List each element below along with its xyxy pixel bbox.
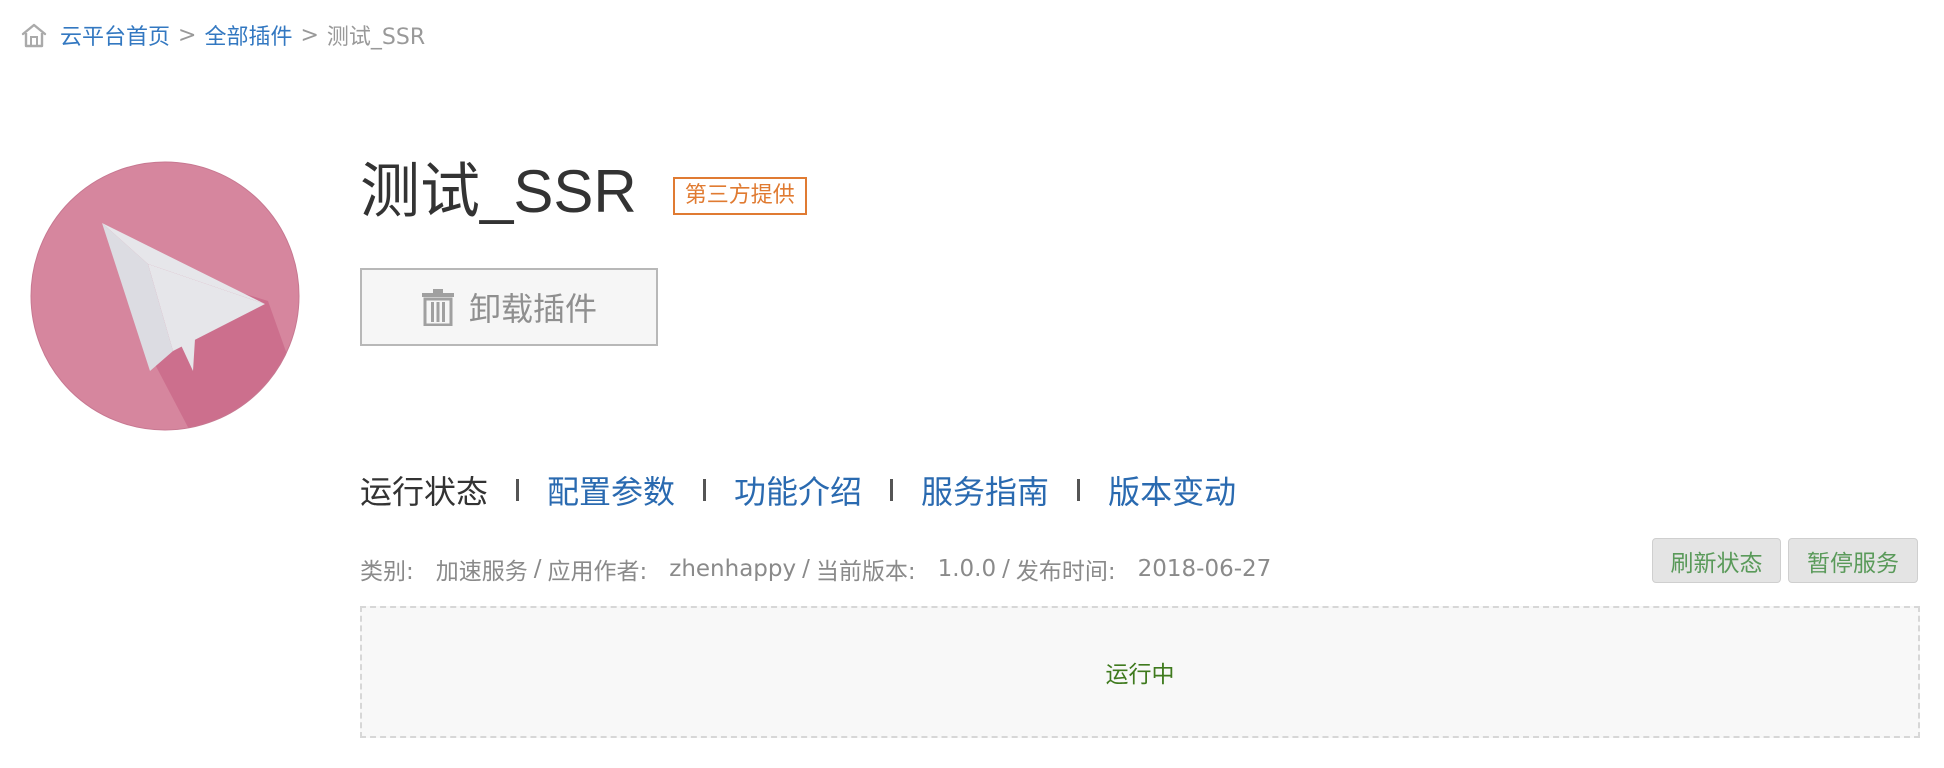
tab-divider (703, 479, 707, 501)
third-party-badge: 第三方提供 (672, 177, 807, 215)
plugin-title: 测试_SSR (360, 158, 637, 225)
tab-feature-intro[interactable]: 功能介绍 (734, 467, 862, 513)
category-label: 类别: (360, 559, 414, 585)
refresh-status-button[interactable]: 刷新状态 (1652, 538, 1781, 583)
paper-plane-logo (30, 161, 300, 431)
breadcrumb-separator: > (178, 22, 197, 48)
tab-version-changes[interactable]: 版本变动 (1108, 467, 1236, 513)
release-date-value: 2018-06-27 (1137, 556, 1272, 582)
uninstall-plugin-button[interactable]: 卸载插件 (360, 268, 658, 346)
tab-divider (1077, 479, 1081, 501)
plugin-tabs: 运行状态 配置参数 功能介绍 服务指南 版本变动 (360, 466, 1236, 514)
author-label: 应用作者: (547, 559, 648, 585)
run-status-text: 运行中 (1105, 662, 1175, 688)
home-icon[interactable] (20, 21, 48, 49)
breadcrumb-home-link[interactable]: 云平台首页 (60, 19, 170, 51)
pause-service-button[interactable]: 暂停服务 (1788, 538, 1918, 583)
plugin-meta: 类别: 加速服务 / 应用作者: zhenhappy / 当前版本: 1.0.0… (360, 552, 1271, 586)
breadcrumb-separator: > (300, 22, 319, 48)
plugin-title-row: 测试_SSR 第三方提供 (360, 152, 807, 232)
tab-service-guide[interactable]: 服务指南 (921, 467, 1049, 513)
plugin-detail-page: 云平台首页 > 全部插件 > 测试_SSR 测试_SSR 第三方提供 卸载插件 … (0, 0, 1944, 768)
tab-divider (516, 479, 520, 501)
category-value: 加速服务 (435, 559, 528, 585)
meta-separator: / (802, 556, 810, 582)
run-status-panel: 运行中 (360, 606, 1920, 738)
version-label: 当前版本: (815, 559, 916, 585)
breadcrumb-all-plugins-link[interactable]: 全部插件 (204, 19, 292, 51)
meta-separator: / (1002, 556, 1010, 582)
author-value: zhenhappy (669, 556, 797, 582)
uninstall-plugin-label: 卸载插件 (468, 290, 597, 328)
release-date-label: 发布时间: (1015, 559, 1116, 585)
tab-run-status[interactable]: 运行状态 (360, 467, 488, 513)
meta-separator: / (533, 556, 542, 582)
version-value: 1.0.0 (937, 556, 997, 582)
plugin-logo (30, 161, 300, 431)
breadcrumb: 云平台首页 > 全部插件 > 测试_SSR (20, 18, 425, 52)
trash-icon (421, 288, 455, 326)
tab-divider (890, 479, 894, 501)
tab-config-params[interactable]: 配置参数 (547, 467, 675, 513)
breadcrumb-current: 测试_SSR (326, 25, 426, 50)
